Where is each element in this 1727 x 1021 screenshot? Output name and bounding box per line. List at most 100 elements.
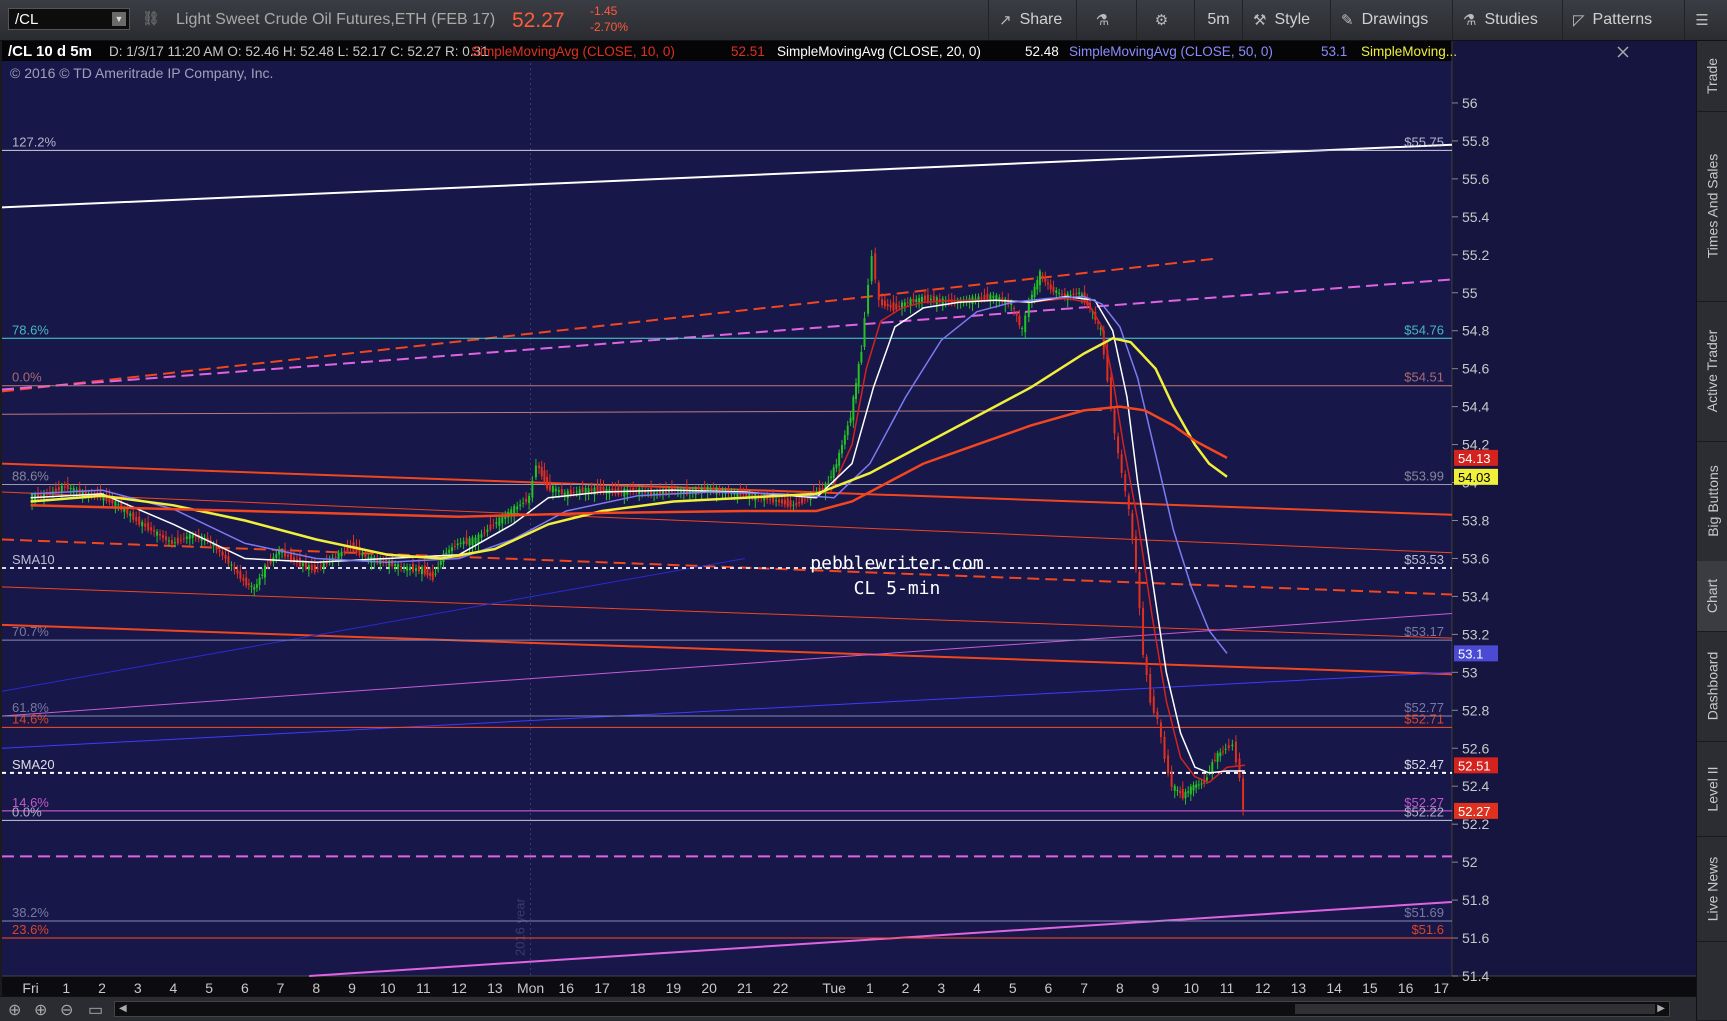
- share-button[interactable]: ↗ Share: [988, 0, 1076, 40]
- link-icon[interactable]: ⛓: [142, 10, 160, 27]
- reset-zoom-icon[interactable]: ▭: [88, 1000, 103, 1020]
- tab-dashboard[interactable]: Dashboard: [1697, 631, 1727, 742]
- candle-body: [250, 585, 253, 588]
- timeframe-button[interactable]: 5m: [1194, 0, 1242, 40]
- y-tick-label: 53.6: [1462, 550, 1489, 566]
- candle-body: [153, 530, 156, 532]
- x-tick-label: Tue: [822, 980, 846, 996]
- patterns-button[interactable]: ◸ Patterns: [1562, 0, 1684, 40]
- candle-body: [448, 549, 451, 553]
- candle-body: [1099, 328, 1102, 330]
- sma20-study-label: SimpleMovingAvg (CLOSE, 20, 0): [777, 44, 981, 59]
- candle-body: [852, 396, 855, 421]
- candle-body: [263, 565, 266, 578]
- candle-body: [307, 565, 310, 570]
- candle-body: [1138, 572, 1141, 609]
- candle-body: [540, 466, 543, 477]
- x-tick-label: 8: [312, 980, 320, 996]
- sma50-study-label: SimpleMovingAvg (CLOSE, 50, 0): [1069, 44, 1273, 59]
- x-tick-label: 5: [1009, 980, 1017, 996]
- tab-trade[interactable]: Trade: [1697, 41, 1727, 112]
- chevron-down-icon[interactable]: ▼: [112, 12, 126, 26]
- candle-body: [769, 499, 772, 501]
- level-label: 88.6%: [12, 468, 49, 483]
- candle-body: [57, 487, 60, 491]
- candle-body: [992, 295, 995, 299]
- candle-body: [563, 492, 566, 495]
- candle-body: [1127, 495, 1130, 509]
- candle-body: [367, 557, 370, 559]
- price-axis-tag-label: 52.27: [1458, 804, 1491, 819]
- candle-body: [310, 564, 313, 571]
- x-tick-label: 17: [1433, 980, 1449, 996]
- tab-live-news[interactable]: Live News: [1697, 836, 1727, 942]
- tab-active-trader[interactable]: Active Trader: [1697, 301, 1727, 442]
- candle-body: [926, 294, 929, 302]
- candle-body: [863, 318, 866, 347]
- y-tick-label: 54.6: [1462, 361, 1489, 377]
- candle-body: [803, 499, 806, 501]
- y-tick-label: 54.8: [1462, 323, 1489, 339]
- x-tick-label: 12: [451, 980, 467, 996]
- scroll-right-icon[interactable]: ▶: [1657, 1002, 1665, 1016]
- candle-body: [1120, 454, 1123, 473]
- candle-body: [233, 566, 236, 570]
- candle-body: [462, 541, 465, 544]
- candle-body: [1195, 784, 1198, 788]
- scrollbar-thumb[interactable]: [1295, 1004, 1655, 1014]
- candle-body: [417, 565, 420, 572]
- studies-button[interactable]: ⚗ Studies: [1452, 0, 1562, 40]
- candle-body: [1049, 284, 1052, 290]
- zoom-in-icon[interactable]: ⊕: [8, 1000, 21, 1020]
- candle-body: [135, 516, 138, 522]
- x-tick-label: 6: [1045, 980, 1053, 996]
- scroll-left-icon[interactable]: ◀: [119, 1002, 127, 1016]
- candle-body: [1124, 474, 1127, 492]
- drawings-button[interactable]: ✎ Drawings: [1330, 0, 1452, 40]
- candle-body: [830, 476, 833, 478]
- candle-body: [528, 495, 531, 504]
- y-tick-label: 53.4: [1462, 588, 1489, 604]
- tab-level-ii[interactable]: Level II: [1697, 741, 1727, 837]
- candle-body: [778, 499, 781, 503]
- candle-body: [1156, 711, 1159, 720]
- candle-body: [703, 487, 706, 491]
- candle-body: [459, 542, 462, 544]
- level-label: 0.0%: [12, 370, 42, 385]
- tab-big-buttons[interactable]: Big Buttons: [1697, 441, 1727, 562]
- tab-times-and-sales[interactable]: Times And Sales: [1697, 111, 1727, 302]
- tab-chart[interactable]: Chart: [1697, 561, 1727, 632]
- candle-body: [412, 563, 415, 572]
- price-chart[interactable]: 5655.855.655.455.25554.854.654.454.25453…: [2, 41, 1696, 996]
- candle-body: [391, 559, 394, 567]
- menu-button[interactable]: ☰: [1684, 0, 1727, 40]
- symbol-input[interactable]: /CL ▼: [8, 8, 130, 30]
- zoom-out-icon[interactable]: ⊖: [60, 1000, 73, 1020]
- x-tick-label: 1: [62, 980, 70, 996]
- zoom-area-icon[interactable]: ⊕: [34, 1000, 47, 1020]
- candle-body: [258, 577, 261, 585]
- candle-body: [141, 521, 144, 527]
- candle-body: [471, 537, 474, 546]
- candle-body: [1211, 762, 1214, 774]
- candle-body: [546, 476, 549, 489]
- horizontal-scrollbar[interactable]: ◀ ▶: [114, 1001, 1670, 1017]
- candle-body: [980, 297, 983, 299]
- candle-body: [468, 538, 471, 546]
- candle-body: [846, 425, 849, 436]
- candle-body: [647, 492, 650, 494]
- candle-body: [451, 547, 453, 552]
- style-button[interactable]: ⚒ Style: [1242, 0, 1330, 40]
- candle-body: [1181, 788, 1184, 799]
- candle-body: [230, 564, 233, 566]
- candle-body: [789, 500, 792, 507]
- candle-body: [551, 486, 554, 493]
- level-value: $54.76: [1404, 322, 1444, 337]
- settings-button[interactable]: ⚙: [1136, 0, 1194, 40]
- candle-body: [221, 551, 224, 556]
- level-value: $52.71: [1404, 711, 1444, 726]
- candle-body: [1061, 294, 1063, 296]
- flask-button[interactable]: ⚗: [1076, 0, 1136, 40]
- candle-body: [159, 533, 162, 536]
- candle-body: [117, 504, 120, 506]
